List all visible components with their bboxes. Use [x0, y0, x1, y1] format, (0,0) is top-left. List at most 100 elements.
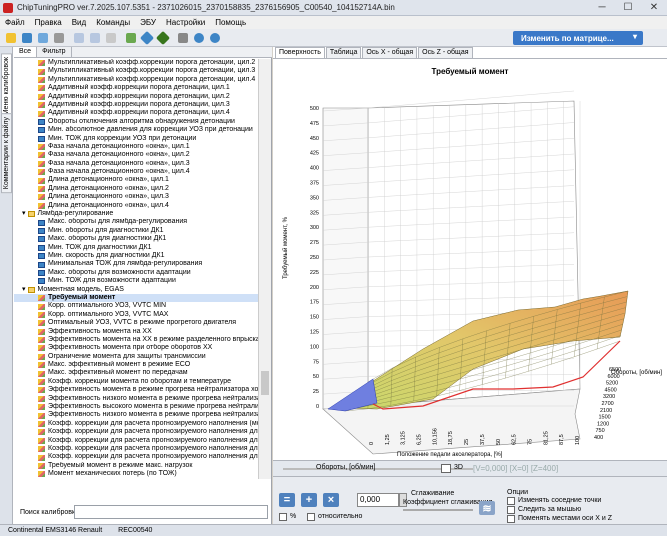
menu-view[interactable]: Вид — [67, 18, 91, 27]
search-input[interactable] — [74, 505, 268, 519]
change-by-matrix-button[interactable]: Изменить по матрице... ▾ — [513, 31, 643, 45]
tab-table[interactable]: Таблица — [325, 47, 362, 58]
menu-file[interactable]: Файл — [0, 18, 30, 27]
expand-toggle-icon[interactable]: ▾ — [22, 210, 26, 218]
tree-item[interactable]: Мин. ТОЖ для коррекции УОЗ при детонации — [14, 135, 258, 143]
tree-item[interactable]: Эффективность момента на XX в режиме раз… — [14, 336, 258, 344]
value-input[interactable]: 0,000 — [357, 493, 399, 507]
tree-item[interactable]: Эффективность низкого момента в режиме п… — [14, 411, 258, 419]
equals-button[interactable]: = — [279, 493, 295, 507]
tree-item[interactable]: Ограничение момента для защиты трансмисс… — [14, 353, 258, 361]
close-button[interactable]: ✕ — [641, 0, 667, 16]
tree-item[interactable]: Минимальная ТОЖ для лямбда-регулирования — [14, 260, 258, 268]
tree-scrollbar[interactable] — [258, 59, 271, 479]
smooth-button[interactable]: ≋ — [479, 501, 495, 515]
tree-item[interactable]: Эффективность момента на XX — [14, 328, 258, 336]
tab-filter[interactable]: Фильтр — [37, 47, 72, 57]
tree-item[interactable]: Коэфф. коррекции для расчета прогнозируе… — [14, 437, 258, 445]
menu-ecu[interactable]: ЭБУ — [135, 18, 161, 27]
tree-item[interactable]: Длина детонационного «окна», цил.4 — [14, 202, 258, 210]
paste-icon[interactable] — [87, 31, 102, 45]
tab-surface[interactable]: Поверхность — [275, 47, 325, 58]
relative-checkbox[interactable] — [307, 513, 315, 521]
open-icon[interactable] — [3, 31, 18, 45]
tree-item[interactable]: Эффективность высокого момента в режиме … — [14, 403, 258, 411]
tree-item[interactable]: Длина детонационного «окна», цил.1 — [14, 176, 258, 184]
tree-item[interactable]: Фаза начала детонационного «окна», цил.4 — [14, 168, 258, 176]
surface-chart[interactable]: Требуемый момент 0 25 50 75 100 125 150 175 200 2… — [273, 58, 667, 460]
save-icon[interactable] — [19, 31, 34, 45]
tree-item[interactable]: Мультипликативный коэфф.коррекции порога… — [14, 76, 258, 84]
find-icon[interactable] — [155, 30, 170, 45]
tree-item[interactable]: Коэфф. коррекции момента по оборотам и т… — [14, 378, 258, 386]
tree-item[interactable]: Эффективность момента при отборе оборото… — [14, 344, 258, 352]
tree-item[interactable]: Коэфф. коррекции для расчета прогнозируе… — [14, 428, 258, 436]
menu-help[interactable]: Помощь — [210, 18, 251, 27]
undo-icon[interactable] — [103, 31, 118, 45]
tree-folder[interactable]: ▾ Моментная модель, EGAS — [14, 286, 258, 294]
swap-axes-checkbox[interactable] — [507, 515, 515, 523]
tree-item[interactable]: Мультипликативный коэфф.коррекции порога… — [14, 59, 258, 67]
multiply-button[interactable]: × — [323, 493, 339, 507]
save-as-icon[interactable] — [35, 31, 50, 45]
tree-item[interactable]: Аддитивный коэфф.коррекции порога детона… — [14, 101, 258, 109]
tree-item[interactable]: Корр. оптимального УОЗ, VVTC MIN — [14, 302, 258, 310]
tree-item[interactable]: Мин. абсолютное давления для коррекции У… — [14, 126, 258, 134]
minimize-button[interactable]: ─ — [589, 0, 615, 16]
tree-item[interactable]: Оптимальный УОЗ, VVTC в режиме прогретог… — [14, 319, 258, 327]
tree-folder[interactable]: ▾ Лямбда-регулирование — [14, 210, 258, 218]
tree-item[interactable]: Аддитивный коэфф.коррекции порога детона… — [14, 93, 258, 101]
tab-calibration-menu[interactable]: Меню калибровок — [1, 53, 12, 120]
tree-item[interactable]: Фаза начала детонационного «окна», цил.1 — [14, 143, 258, 151]
help-icon[interactable] — [207, 31, 222, 45]
tree-item[interactable]: Аддитивный коэфф.коррекции порога детона… — [14, 84, 258, 92]
tree-item[interactable]: Макс. эффективный момент по передачам — [14, 369, 258, 377]
tab-all[interactable]: Все — [14, 47, 38, 57]
tree-item[interactable]: Фаза начала детонационного «окна», цил.2 — [14, 151, 258, 159]
tree-item[interactable]: Требуемый момент — [14, 293, 258, 303]
menu-commands[interactable]: Команды — [91, 18, 135, 27]
smoothing-slider[interactable] — [403, 509, 473, 511]
tab-axis-x[interactable]: Ось X - общая — [362, 47, 418, 58]
tree-item[interactable]: Макс. обороты для диагностики ДК1 — [14, 235, 258, 243]
tree-item[interactable]: Момент механических потерь (по ТОЖ) — [14, 470, 258, 478]
tree-item[interactable]: Длина детонационного «окна», цил.3 — [14, 193, 258, 201]
tree-item[interactable]: Коэфф. коррекции для расчета прогнозируе… — [14, 453, 258, 461]
tab-axis-z[interactable]: Ось Z - общая — [418, 47, 473, 58]
compare-icon[interactable] — [139, 30, 154, 45]
tree-item[interactable]: Обороты отключения алгоритма обнаружения… — [14, 118, 258, 126]
tree-item[interactable]: Мин. ТОЖ для возможности адаптации — [14, 277, 258, 285]
menu-edit[interactable]: Правка — [30, 18, 67, 27]
scroll-thumb[interactable] — [261, 371, 269, 395]
tab-file-comments[interactable]: Комментарии к файлу — [1, 113, 12, 194]
connect-icon[interactable] — [191, 31, 206, 45]
tree-item[interactable]: Длина детонационного «окна», цил.2 — [14, 185, 258, 193]
add-button[interactable]: + — [301, 493, 317, 507]
tree-item[interactable]: Мин. обороты для диагностики ДК1 — [14, 227, 258, 235]
percent-checkbox[interactable] — [279, 513, 287, 521]
maximize-button[interactable]: ☐ — [615, 0, 641, 16]
tree-item[interactable]: Макс. эффективный момент в режиме ECO — [14, 361, 258, 369]
tree-item[interactable]: Коэфф. коррекции для расчета прогнозируе… — [14, 420, 258, 428]
follow-mouse-checkbox[interactable] — [507, 506, 515, 514]
copy-icon[interactable] — [71, 31, 86, 45]
tree-item[interactable]: Коэфф. коррекции для расчета прогнозируе… — [14, 445, 258, 453]
toggle-3d-checkbox[interactable] — [441, 464, 451, 473]
tree-item[interactable]: Макс. обороты для возможности адаптации — [14, 269, 258, 277]
tree-item[interactable]: Требуемый момент в режиме макс. нагрузок — [14, 462, 258, 470]
tree-item[interactable]: Аддитивный коэфф.коррекции порога детона… — [14, 109, 258, 117]
tree-item[interactable]: Мультипликативный коэфф.коррекции порога… — [14, 67, 258, 75]
adjacent-points-checkbox[interactable] — [507, 497, 515, 505]
tree-item[interactable]: Эффективность низкого момента в режиме п… — [14, 395, 258, 403]
tree-item[interactable]: Мин. ТОЖ для диагностики ДК1 — [14, 244, 258, 252]
menu-settings[interactable]: Настройки — [161, 18, 210, 27]
tree-item[interactable]: Мин. скорость для диагностики ДК1 — [14, 252, 258, 260]
tree-item[interactable]: Эффективность момента в режиме прогрева … — [14, 386, 258, 394]
expand-toggle-icon[interactable]: ▾ — [22, 286, 26, 294]
tree-item[interactable]: Корр. оптимального УОЗ, VVTC MAX — [14, 311, 258, 319]
chart-icon[interactable] — [123, 31, 138, 45]
surface-plot[interactable]: 0255075100125150175200225250275300325350… — [273, 59, 667, 461]
tools-icon[interactable] — [175, 31, 190, 45]
tree-item[interactable]: Макс. обороты для лямбда-регулирования — [14, 218, 258, 226]
tree-item[interactable]: Фаза начала детонационного «окна», цил.3 — [14, 160, 258, 168]
